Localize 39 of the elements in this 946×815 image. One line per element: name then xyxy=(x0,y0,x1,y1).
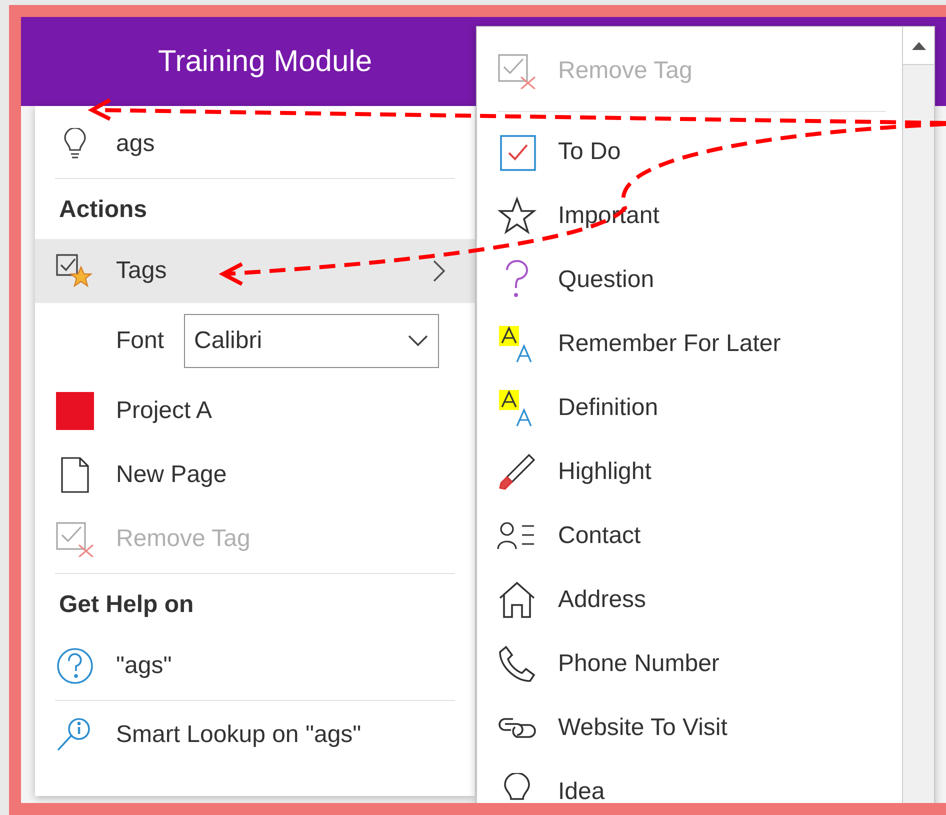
marker-icon xyxy=(497,452,537,492)
menu-item[interactable]: Address xyxy=(477,568,902,632)
checkbox-star-icon xyxy=(55,253,95,289)
menu-item[interactable]: Definition xyxy=(477,376,902,440)
section-heading: Get Help on xyxy=(58,590,195,620)
menu-item[interactable]: Idea xyxy=(477,760,902,803)
lightbulb-icon xyxy=(502,773,532,803)
menu-item[interactable]: "ags" xyxy=(35,634,475,698)
lightbulb-icon xyxy=(63,128,87,160)
menu-item[interactable]: Question xyxy=(477,248,902,312)
menu-item[interactable]: Highlight xyxy=(477,440,902,504)
house-icon xyxy=(497,580,537,620)
star-icon xyxy=(497,196,537,236)
menu-item[interactable]: ags xyxy=(35,112,475,176)
scrollbar[interactable] xyxy=(902,27,934,803)
chevron-down-icon xyxy=(408,335,428,347)
checkbox-icon xyxy=(497,132,537,172)
page-icon xyxy=(60,456,90,494)
contact-list-icon xyxy=(497,520,537,552)
section-heading: Actions xyxy=(58,195,148,225)
help-icon xyxy=(56,647,94,685)
menu-item[interactable]: Tags xyxy=(35,239,475,303)
remove-tag-icon xyxy=(55,521,95,557)
menu-item[interactable]: Smart Lookup on "ags" xyxy=(35,703,475,767)
scroll-up-button[interactable] xyxy=(903,27,934,65)
menu-item[interactable]: Project A xyxy=(35,379,475,443)
menu-item[interactable]: Remember For Later xyxy=(477,312,902,376)
menu-item[interactable]: Website To Visit xyxy=(477,696,902,760)
menu-item[interactable]: To Do xyxy=(477,120,902,184)
remove-tag-icon xyxy=(497,53,537,89)
phone-icon xyxy=(497,644,537,684)
font-label: Font xyxy=(116,326,164,356)
menu-item[interactable]: Phone Number xyxy=(477,632,902,696)
chevron-right-icon xyxy=(433,260,445,282)
up-arrow-icon xyxy=(912,42,926,50)
font-dropdown[interactable]: Calibri xyxy=(184,314,440,368)
menu-item[interactable]: New Page xyxy=(35,443,475,507)
window-title: Training Module xyxy=(158,44,372,80)
menu-item[interactable]: Contact xyxy=(477,504,902,568)
